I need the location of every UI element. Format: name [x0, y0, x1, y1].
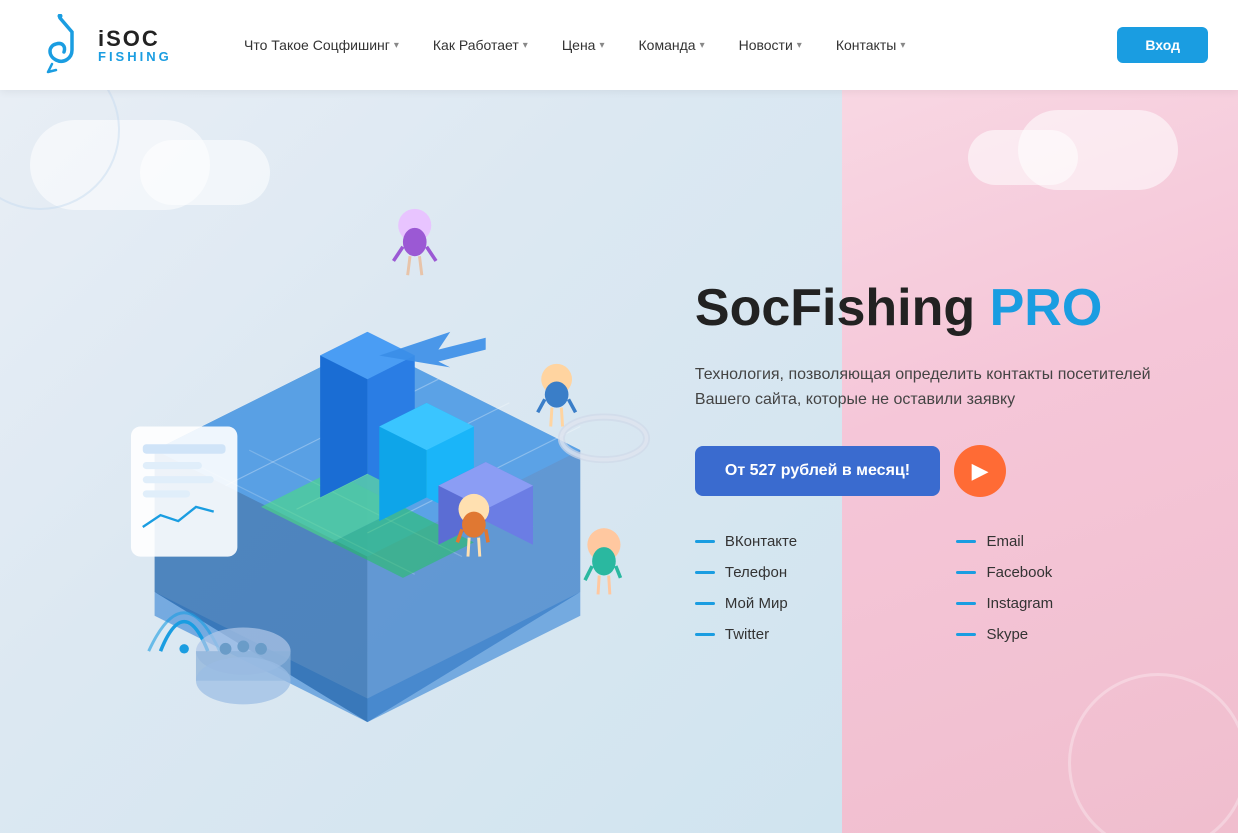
- logo[interactable]: iSOC FISHING: [30, 10, 190, 80]
- nav-links: Что Такое Соцфишинг ▾ Как Работает ▾ Цен…: [230, 29, 1117, 61]
- cta-button[interactable]: От 527 рублей в месяц!: [695, 446, 940, 496]
- isometric-illustration: [60, 190, 675, 734]
- login-button[interactable]: Вход: [1117, 27, 1208, 63]
- feature-instagram: Instagram: [956, 595, 1178, 612]
- feature-skype: Skype: [956, 626, 1178, 643]
- cta-arrow-button[interactable]: ▶: [954, 445, 1006, 497]
- nav-contacts[interactable]: Контакты ▾: [822, 29, 920, 61]
- arrow-right-icon: ▶: [972, 458, 989, 484]
- logo-text: iSOC FISHING: [98, 28, 172, 63]
- feature-myworld: Мой Мир: [695, 595, 917, 612]
- chevron-down-icon: ▾: [900, 40, 905, 51]
- feature-dash-icon: [695, 540, 715, 543]
- navbar: iSOC FISHING Что Такое Соцфишинг ▾ Как Р…: [0, 0, 1238, 90]
- feature-dash-icon: [956, 633, 976, 636]
- chevron-down-icon: ▾: [599, 40, 604, 51]
- chevron-down-icon: ▾: [797, 40, 802, 51]
- hero-content: SocFishing PRO Технология, позволяющая о…: [0, 150, 1238, 774]
- nav-price[interactable]: Цена ▾: [548, 29, 619, 61]
- hero-subtitle: Технология, позволяющая определить конта…: [695, 362, 1175, 413]
- feature-twitter: Twitter: [695, 626, 917, 643]
- feature-dash-icon: [956, 602, 976, 605]
- nav-what[interactable]: Что Такое Соцфишинг ▾: [230, 29, 413, 61]
- hero-section: SocFishing PRO Технология, позволяющая о…: [0, 90, 1238, 833]
- feature-dash-icon: [695, 602, 715, 605]
- feature-phone: Телефон: [695, 564, 917, 581]
- nav-how[interactable]: Как Работает ▾: [419, 29, 542, 61]
- logo-fishing: FISHING: [98, 50, 172, 63]
- hero-cta: От 527 рублей в месяц! ▶: [695, 445, 1178, 497]
- feature-dash-icon: [956, 571, 976, 574]
- feature-grid: ВКонтакте Email Телефон Facebook Мой Мир: [695, 533, 1178, 643]
- chevron-down-icon: ▾: [700, 40, 705, 51]
- feature-email: Email: [956, 533, 1178, 550]
- logo-soc: iSOC: [98, 28, 172, 50]
- logo-icon: [30, 10, 90, 80]
- nav-team[interactable]: Команда ▾: [625, 29, 719, 61]
- nav-news[interactable]: Новости ▾: [725, 29, 816, 61]
- feature-dash-icon: [695, 633, 715, 636]
- hero-title: SocFishing PRO: [695, 280, 1178, 337]
- feature-vkontakte: ВКонтакте: [695, 533, 917, 550]
- chevron-down-icon: ▾: [394, 40, 399, 51]
- hero-text: SocFishing PRO Технология, позволяющая о…: [675, 280, 1178, 642]
- hero-illustration: [60, 190, 675, 734]
- feature-dash-icon: [695, 571, 715, 574]
- feature-dash-icon: [956, 540, 976, 543]
- feature-facebook: Facebook: [956, 564, 1178, 581]
- chevron-down-icon: ▾: [523, 40, 528, 51]
